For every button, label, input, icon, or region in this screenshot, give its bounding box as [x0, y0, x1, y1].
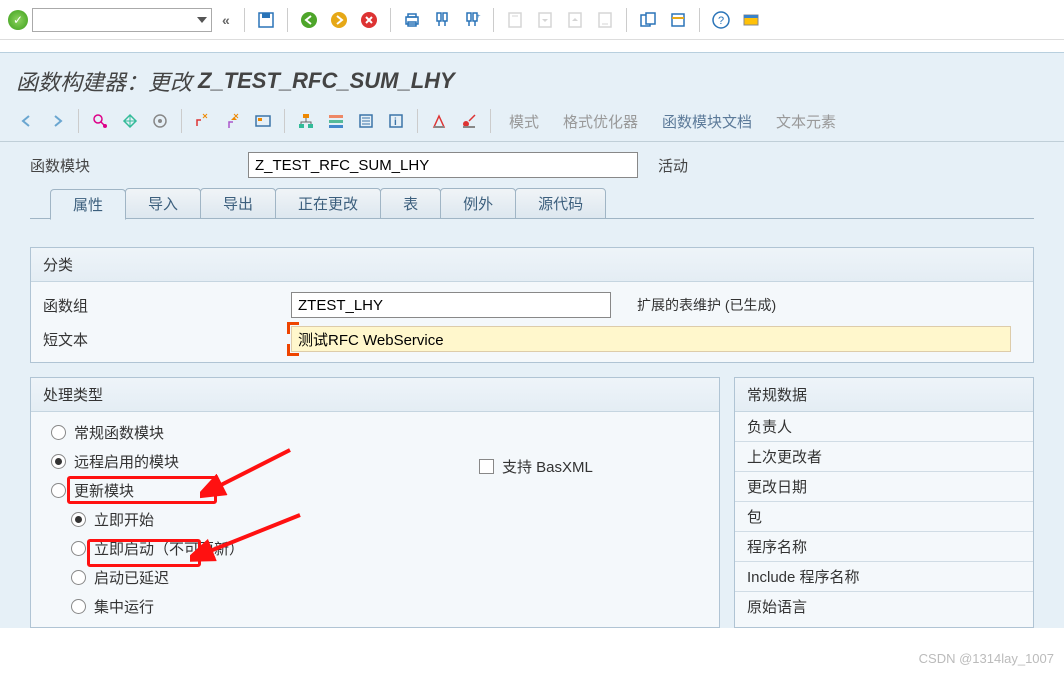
- status-text: 活动: [658, 155, 688, 176]
- radio-update[interactable]: 更新模块: [43, 476, 707, 505]
- help-icon[interactable]: ?: [708, 7, 734, 33]
- display-toggle-icon[interactable]: [87, 109, 113, 133]
- owner-label: 负责人: [747, 416, 1021, 437]
- radio-immediate-noupd[interactable]: 立即启动（不可更新）: [43, 534, 707, 563]
- svg-text:i: i: [394, 117, 397, 128]
- general-header: 常规数据: [735, 378, 1033, 412]
- tab-exceptions[interactable]: 例外: [440, 188, 516, 219]
- prog-name-label: 程序名称: [747, 536, 1021, 557]
- editor-toolbar: i 模式 格式优化器 函数模块文档 文本元素: [0, 105, 1064, 142]
- radio-immediate-start[interactable]: 立即开始: [43, 505, 707, 534]
- orig-lang-label: 原始语言: [747, 596, 1021, 617]
- breakpoint-ext-icon[interactable]: [456, 109, 482, 133]
- general-data-group: 常规数据 负责人 上次更改者 更改日期 包 程序名称 Include 程序名称 …: [734, 377, 1034, 628]
- app-toolbar: ✓ « + ?: [0, 0, 1064, 40]
- command-dropdown[interactable]: [32, 8, 212, 32]
- watermark: CSDN @1314lay_1007: [919, 651, 1054, 666]
- screen-title: 函数构建器：更改 Z_TEST_RFC_SUM_LHY: [0, 53, 1064, 105]
- tab-tables[interactable]: 表: [380, 188, 441, 219]
- execute-icon[interactable]: [250, 109, 276, 133]
- title-module: Z_TEST_RFC_SUM_LHY: [198, 68, 455, 94]
- radio-normal[interactable]: 常规函数模块: [43, 418, 707, 447]
- activate-icon[interactable]: [220, 109, 246, 133]
- title-label: 函数构建器：更改: [16, 65, 192, 97]
- radio-central[interactable]: 集中运行: [43, 592, 707, 621]
- function-group-input[interactable]: [291, 292, 611, 318]
- last-changed-label: 上次更改者: [747, 446, 1021, 467]
- classification-header: 分类: [31, 248, 1033, 282]
- first-page-icon[interactable]: [502, 7, 528, 33]
- create-shortcut-icon[interactable]: [665, 7, 691, 33]
- short-text-label: 短文本: [43, 329, 283, 350]
- svg-text:?: ?: [718, 15, 724, 27]
- hierarchy-icon[interactable]: [323, 109, 349, 133]
- basxml-checkbox[interactable]: 支持 BasXML: [471, 452, 601, 481]
- processing-type-group: 处理类型 常规函数模块 远程启用的模块 更新模块 立即开始 立即: [30, 377, 720, 628]
- new-session-icon[interactable]: [635, 7, 661, 33]
- find-icon[interactable]: [429, 7, 455, 33]
- back-icon[interactable]: [296, 7, 322, 33]
- module-doc-button[interactable]: 函数模块文档: [652, 111, 762, 132]
- nav-fwd-icon[interactable]: [44, 109, 70, 133]
- short-text-input[interactable]: [291, 326, 1011, 352]
- radio-remote[interactable]: 远程启用的模块: [43, 447, 707, 476]
- save-icon[interactable]: [253, 7, 279, 33]
- nav-back-icon[interactable]: [14, 109, 40, 133]
- find-next-icon[interactable]: +: [459, 7, 485, 33]
- radio-delayed[interactable]: 启动已延迟: [43, 563, 707, 592]
- pretty-printer-button[interactable]: 格式优化器: [553, 111, 648, 132]
- tab-source[interactable]: 源代码: [515, 188, 606, 219]
- classification-group: 分类 函数组 扩展的表维护 (已生成) 短文本: [30, 247, 1034, 363]
- cancel-icon[interactable]: [356, 7, 382, 33]
- back-double-icon[interactable]: «: [216, 12, 236, 28]
- where-used-icon[interactable]: [293, 109, 319, 133]
- proc-type-header: 处理类型: [31, 378, 719, 412]
- main-area: 函数构建器：更改 Z_TEST_RFC_SUM_LHY i 模式 格式优化器 函…: [0, 52, 1064, 628]
- last-page-icon[interactable]: [592, 7, 618, 33]
- function-group-label: 函数组: [43, 295, 283, 316]
- prev-page-icon[interactable]: [532, 7, 558, 33]
- other-object-icon[interactable]: [117, 109, 143, 133]
- module-label: 函数模块: [30, 155, 240, 176]
- layout-icon[interactable]: [738, 7, 764, 33]
- svg-text:+: +: [477, 14, 481, 20]
- print-icon[interactable]: [399, 7, 425, 33]
- ok-icon[interactable]: ✓: [8, 10, 28, 30]
- check-icon[interactable]: [190, 109, 216, 133]
- tab-attributes[interactable]: 属性: [50, 189, 126, 220]
- ext-maint-text: 扩展的表维护 (已生成): [637, 295, 776, 315]
- change-date-label: 更改日期: [747, 476, 1021, 497]
- module-row: 函数模块 活动: [0, 142, 1064, 186]
- include-label: Include 程序名称: [747, 566, 1021, 587]
- text-elements-button[interactable]: 文本元素: [766, 111, 846, 132]
- tab-changing[interactable]: 正在更改: [275, 188, 381, 219]
- exit-icon[interactable]: [326, 7, 352, 33]
- info-icon[interactable]: i: [383, 109, 409, 133]
- mode-button[interactable]: 模式: [499, 111, 549, 132]
- tab-strip: 属性 导入 导出 正在更改 表 例外 源代码: [0, 188, 1064, 219]
- enhance-icon[interactable]: [147, 109, 173, 133]
- package-label: 包: [747, 506, 1021, 527]
- next-page-icon[interactable]: [562, 7, 588, 33]
- breakpoint-icon[interactable]: [426, 109, 452, 133]
- object-list-icon[interactable]: [353, 109, 379, 133]
- tab-export[interactable]: 导出: [200, 188, 276, 219]
- tab-import[interactable]: 导入: [125, 188, 201, 219]
- module-input[interactable]: [248, 152, 638, 178]
